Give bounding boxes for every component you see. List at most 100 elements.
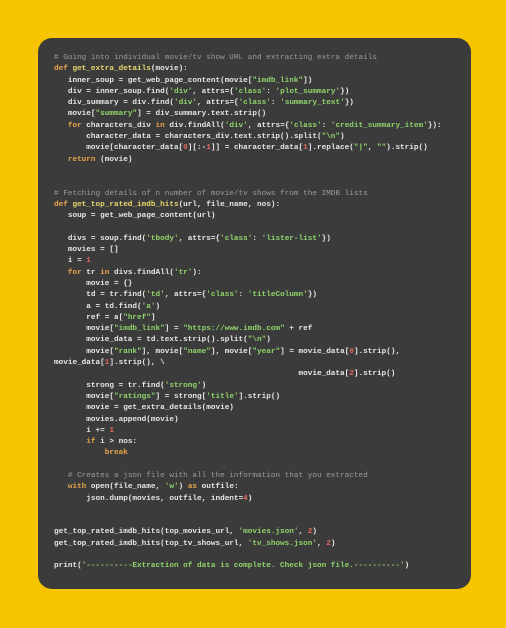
code-comment: # Fetching details of n number of movie/… (54, 189, 368, 198)
code-string: "|" (353, 144, 368, 153)
code-text: print( (54, 562, 82, 571)
code-text: ].strip() (353, 370, 396, 379)
code-string: 'div' (173, 99, 198, 108)
code-line: break (54, 448, 442, 459)
code-line: i = 1 (54, 256, 442, 267)
code-string: 'class' (238, 99, 271, 108)
code-line: div_summary = div.find('div', attrs={'cl… (54, 98, 442, 109)
code-line: # Fetching details of n number of movie/… (54, 189, 442, 200)
code-string: 'credit_summary_item' (330, 121, 428, 130)
code-text: inner_soup = get_web_page_content(movie[ (54, 76, 253, 85)
code-line: character_data = characters_div.text.str… (54, 132, 442, 143)
code-string: 'tv_shows.json' (247, 539, 317, 548)
code-comment: # Creates a json file with all the infor… (67, 471, 368, 480)
code-line: ref = a["href"] (54, 313, 442, 324)
code-function-name: get_top_rated_imdb_hits (72, 200, 179, 209)
code-text: ): (192, 268, 202, 277)
code-text: ][:- (187, 144, 207, 153)
code-text: open(file_name, (86, 483, 165, 492)
code-text: div_summary = div.find( (54, 99, 174, 108)
code-line: get_top_rated_imdb_hits(top_movies_url, … (54, 527, 442, 538)
code-keyword: for (67, 121, 82, 130)
code-text: ] = movie_data[ (280, 347, 350, 356)
code-comment: # Going into individual movie/tv show UR… (54, 54, 377, 62)
code-keyword: return (67, 155, 96, 164)
code-line: # Going into individual movie/tv show UR… (54, 53, 442, 64)
code-string: '----------Extraction of data is complet… (81, 562, 405, 571)
code-line: for tr in divs.findAll('tr'): (54, 268, 442, 279)
code-text: movie[ (54, 392, 114, 401)
code-line: def get_top_rated_imdb_hits(url, file_na… (54, 200, 442, 211)
code-text: , attrs={ (178, 234, 221, 243)
code-line: movie["imdb_link"] = "https://www.imdb.c… (54, 324, 442, 335)
code-string: 'td' (146, 291, 165, 300)
code-keyword: if (86, 438, 96, 447)
code-keyword: for (67, 268, 82, 277)
code-text: i = (54, 257, 87, 266)
code-line: div = inner_soup.find('div', attrs={'cla… (54, 87, 442, 98)
code-text: , attrs={ (247, 121, 290, 130)
code-line: return (movie) (54, 155, 442, 166)
code-keyword: in (100, 268, 110, 277)
code-string: 'class' (220, 234, 253, 243)
code-line: divs = soup.find('tbody', attrs={'class'… (54, 234, 442, 245)
code-text: ] = div_summary.text.strip() (137, 110, 267, 119)
code-string: "\n" (321, 133, 341, 142)
code-function-name: get_extra_details (72, 65, 151, 74)
code-panel: # Going into individual movie/tv show UR… (38, 38, 471, 589)
code-string: 'titleColumn' (247, 291, 308, 300)
code-string: 'movies.json' (238, 528, 299, 537)
code-keyword: as (187, 483, 198, 492)
code-line: movie["ratings"] = strong['title'].strip… (54, 392, 442, 403)
code-string: "imdb_link" (252, 76, 304, 85)
code-text: : (238, 291, 248, 300)
code-string: 'w' (164, 483, 179, 492)
code-text: , attrs={ (197, 99, 239, 108)
code-string: "year" (252, 347, 281, 356)
code-text: movie = get_extra_details(movie) (54, 404, 234, 413)
code-line: movie_data[1].strip(), \ (54, 358, 442, 369)
code-text: ) (178, 483, 188, 492)
code-text: movie[ (54, 325, 114, 334)
code-line: movie[character_data[0][:-1]] = characte… (54, 143, 442, 154)
code-text: movie[character_data[ (54, 144, 184, 153)
code-text: ) (266, 336, 271, 345)
code-string: 'plot_summary' (275, 87, 341, 96)
code-text: }) (307, 291, 317, 300)
code-text: ].strip(), (353, 347, 401, 356)
code-text: ].strip(), \ (109, 359, 165, 368)
code-text: json.dump(movies, outfile, indent= (54, 494, 244, 503)
code-text: (movie): (150, 65, 188, 74)
code-text: ] (150, 313, 156, 322)
code-text: , attrs={ (192, 87, 234, 96)
code-text: divs.findAll( (109, 268, 174, 277)
code-line: movie = get_extra_details(movie) (54, 403, 442, 414)
code-line: movies.append(movie) (54, 415, 442, 426)
code-string: "imdb_link" (113, 325, 165, 334)
code-text: , (316, 539, 327, 548)
code-keyword: in (155, 121, 165, 130)
code-text: div.findAll( (164, 121, 225, 130)
code-text: get_top_rated_imdb_hits(top_tv_shows_url… (54, 539, 248, 548)
code-text: outfile: (197, 483, 239, 492)
code-string: 'tr' (173, 268, 193, 277)
code-text: movie_data[ (54, 359, 105, 368)
code-text: soup = get_web_page_content(url) (54, 212, 216, 221)
code-text: characters_div (81, 121, 156, 130)
code-text: divs = soup.find( (54, 234, 147, 243)
code-string: "rank" (113, 347, 142, 356)
code-keyword: def (54, 200, 73, 209)
code-keyword: break (104, 449, 128, 458)
code-line: get_top_rated_imdb_hits(top_tv_shows_url… (54, 539, 442, 550)
code-text: div = inner_soup.find( (54, 87, 170, 96)
code-text: ], movie[ (210, 347, 253, 356)
